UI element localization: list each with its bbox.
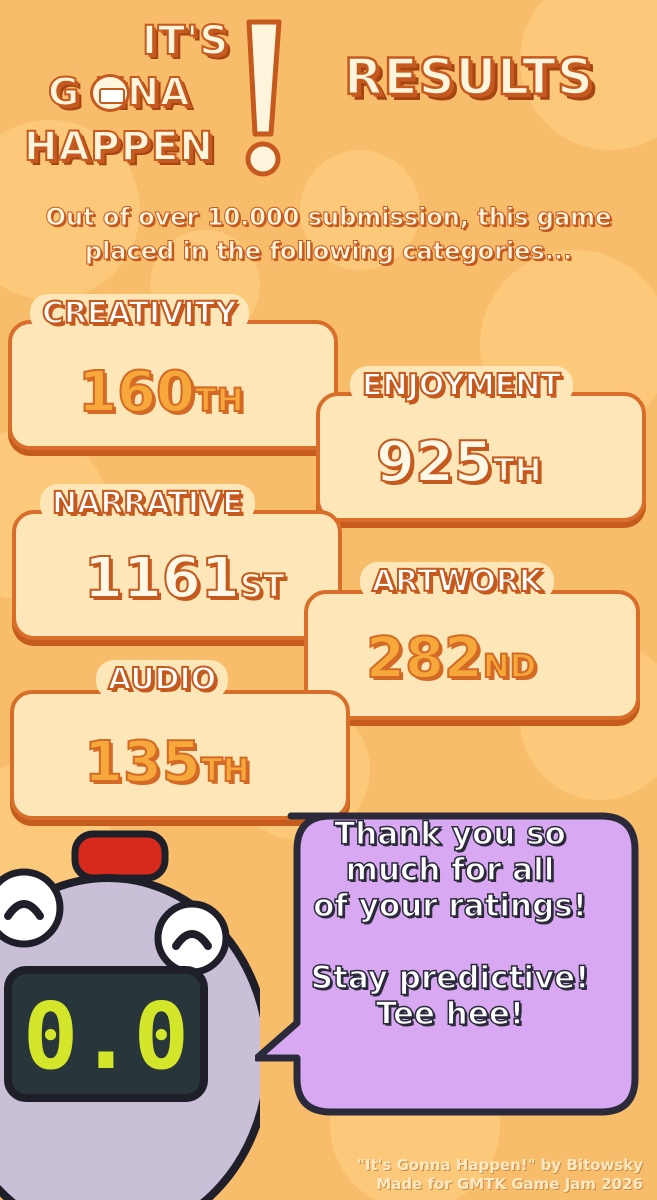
bubble-line-1: Thank you so xyxy=(333,815,566,853)
bubble-line-3: of your ratings! xyxy=(312,887,587,925)
category-label-audio: AUDIO xyxy=(96,660,229,699)
mascot-display: 0.0 xyxy=(23,983,189,1090)
category-rank-creativity: 160TH xyxy=(77,359,245,426)
rank-suffix: TH xyxy=(492,450,543,490)
rank-number: 925 xyxy=(375,429,494,496)
bubble-line-5: Tee hee! xyxy=(375,995,525,1033)
rank-suffix: ST xyxy=(239,566,286,606)
category-rank-narrative: 1161ST xyxy=(83,545,286,612)
category-label-creativity: CREATIVITY xyxy=(30,294,249,333)
intro-text: Out of over 10.000 submission, this game… xyxy=(0,200,657,268)
game-logo: IT'S G NNA HAPPEN xyxy=(18,12,288,192)
rank-suffix: TH xyxy=(194,380,245,420)
exclamation-icon xyxy=(245,19,282,177)
rank-number: 1161 xyxy=(83,545,241,612)
timer-mascot: 0.0 xyxy=(0,830,260,1200)
category-rank-artwork: 282ND xyxy=(365,625,537,692)
credits-line-1: "It's Gonna Happen!" by Bitowsky xyxy=(357,1156,643,1174)
rank-number: 160 xyxy=(77,359,196,426)
intro-line-2: placed in the following categories... xyxy=(84,237,573,266)
category-label-artwork: ARTWORK xyxy=(360,562,555,601)
category-rank-enjoyment: 925TH xyxy=(375,429,543,496)
speech-bubble-text: Thank you so much for all of your rating… xyxy=(270,815,630,1033)
bubble-line-4: Stay predictive! xyxy=(310,959,590,997)
logo-line-its: IT'S xyxy=(141,17,230,65)
bubble-line-2: much for all xyxy=(345,851,555,889)
category-label-narrative: NARRATIVE xyxy=(40,484,255,523)
logo-line-happen: HAPPEN xyxy=(23,123,214,171)
category-label-enjoyment: ENJOYMENT xyxy=(350,366,573,405)
credits-line-2: Made for GMTK Game Jam 2026 xyxy=(376,1175,643,1193)
page-title: RESULTS xyxy=(343,47,594,108)
rank-suffix: ND xyxy=(482,646,537,686)
rank-suffix: TH xyxy=(200,750,251,790)
rank-number: 282 xyxy=(365,625,484,692)
intro-line-1: Out of over 10.000 submission, this game xyxy=(45,203,612,232)
category-rank-audio: 135TH xyxy=(83,729,251,796)
credits: "It's Gonna Happen!" by Bitowsky Made fo… xyxy=(357,1156,643,1194)
logo-clock-icon xyxy=(90,74,130,112)
rank-number: 135 xyxy=(83,729,202,796)
